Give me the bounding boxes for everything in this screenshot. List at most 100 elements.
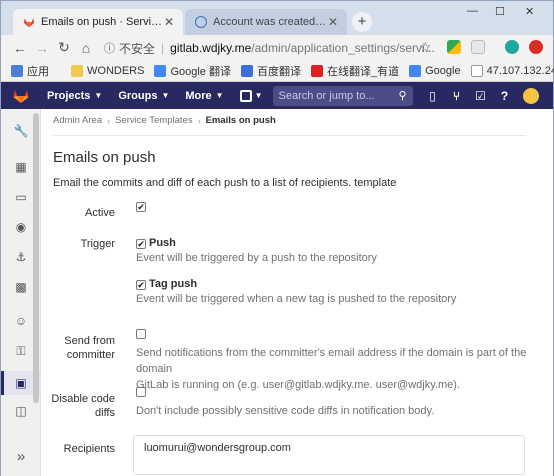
more-label: More: [185, 89, 212, 102]
help-icon[interactable]: ?: [493, 89, 517, 103]
recipients-textarea[interactable]: luomurui@wondersgroup.com: [133, 435, 525, 475]
trigger-label: Trigger: [80, 238, 115, 250]
update-icon[interactable]: [529, 40, 543, 54]
avatar[interactable]: [522, 87, 539, 104]
close-tab-icon[interactable]: ✕: [163, 15, 175, 29]
label-line: diffs: [95, 407, 115, 419]
chevron-down-icon: ▼: [94, 91, 103, 100]
bookmark-ip[interactable]: 47.107.132.243: [470, 64, 554, 77]
recipients-label: Recipients: [63, 443, 115, 455]
sidebar-scrollbar[interactable]: [31, 109, 41, 409]
tab-strip: Emails on push · Service Templa ✕ Accoun…: [1, 1, 553, 35]
todos-icon[interactable]: ☑: [469, 89, 493, 103]
breadcrumb-current[interactable]: Emails on push: [206, 115, 276, 126]
bookmark-baidu-translate[interactable]: 百度翻译: [240, 63, 301, 79]
help-line: Send notifications from the committer's …: [136, 347, 527, 375]
active-indicator: [1, 371, 4, 395]
push-option-title: Push: [149, 237, 176, 249]
apps-icon: [11, 64, 23, 77]
main-content: Admin Area › Service Templates › Emails …: [41, 109, 553, 476]
chevron-down-icon: ▼: [254, 91, 263, 100]
search-input[interactable]: Search or jump to... ⚲: [272, 85, 413, 106]
profile-icon[interactable]: [505, 40, 519, 54]
push-help-text: Event will be triggered by a push to the…: [136, 252, 377, 264]
new-dropdown[interactable]: ▼: [239, 89, 263, 102]
merge-requests-icon[interactable]: ⑂: [445, 89, 469, 103]
extension-icon[interactable]: [471, 40, 485, 54]
bookmark-star-icon[interactable]: ☆: [419, 39, 432, 56]
chevron-right-icon: ›: [197, 115, 201, 126]
tab-title: Emails on push · Service Templa: [41, 16, 163, 28]
send-from-committer-label: Send from committer: [41, 334, 115, 362]
chevron-down-icon: ▼: [215, 91, 224, 100]
gitlab-favicon-icon: [23, 18, 35, 28]
globe-favicon-icon: [195, 16, 207, 28]
breadcrumb-service-templates[interactable]: Service Templates: [115, 115, 192, 126]
breadcrumb-admin-area[interactable]: Admin Area: [53, 115, 102, 126]
maximize-icon[interactable]: ☐: [495, 5, 505, 18]
folder-icon: [71, 64, 83, 77]
projects-menu[interactable]: Projects ▼: [47, 90, 102, 102]
window-close-icon[interactable]: ✕: [525, 5, 534, 18]
gitlab-logo-icon[interactable]: [13, 89, 29, 103]
collapse-sidebar-icon[interactable]: »: [1, 444, 41, 468]
info-icon[interactable]: ⓘ: [104, 40, 115, 56]
address-path: /admin/application_settings/servi...: [251, 41, 435, 55]
tag-push-checkbox[interactable]: ✔: [136, 280, 146, 290]
baidu-translate-icon: [240, 64, 253, 77]
bookmark-youdao[interactable]: 在线翻译_有道: [310, 63, 400, 79]
bookmark-apps[interactable]: 应用: [11, 63, 49, 79]
plus-square-icon: [239, 89, 252, 102]
more-menu[interactable]: More ▼: [185, 90, 223, 102]
divider: [53, 135, 525, 136]
extension-icon[interactable]: [447, 40, 461, 54]
push-checkbox[interactable]: ✔: [136, 239, 146, 249]
forward-icon[interactable]: →: [31, 40, 53, 56]
active-checkbox[interactable]: ✔: [136, 202, 146, 212]
google-translate-icon: [154, 64, 167, 77]
security-label: 不安全: [119, 41, 156, 56]
label-line: Disable code: [51, 393, 115, 405]
breadcrumb: Admin Area › Service Templates › Emails …: [53, 115, 276, 126]
bookmark-wonders[interactable]: WONDERS: [71, 64, 145, 77]
reload-icon[interactable]: ↻: [53, 39, 75, 56]
bookmark-google[interactable]: Google: [409, 64, 461, 77]
browser-window: Emails on push · Service Templa ✕ Accoun…: [0, 0, 554, 476]
send-from-committer-checkbox[interactable]: [136, 329, 146, 339]
tag-push-option-title: Tag push: [149, 278, 198, 290]
close-tab-icon[interactable]: ✕: [327, 15, 339, 29]
bookmark-label: 在线翻译_有道: [326, 65, 400, 78]
bookmark-label: 百度翻译: [256, 65, 301, 78]
bookmark-label: Google: [425, 64, 461, 77]
google-icon: [409, 64, 422, 77]
chevron-down-icon: ▼: [161, 91, 170, 100]
disable-code-diffs-label: Disable code diffs: [41, 392, 115, 420]
bookmark-label: WONDERS: [87, 64, 145, 77]
admin-area-icon[interactable]: ▯: [421, 89, 445, 103]
address-separator: |: [161, 41, 165, 55]
disable-code-diffs-checkbox[interactable]: [136, 387, 146, 397]
disable-code-diffs-help: Don't include possibly sensitive code di…: [136, 405, 435, 417]
page-title: Emails on push: [53, 149, 156, 166]
bookmark-google-translate[interactable]: Google 翻译: [154, 63, 231, 79]
tab-account-created[interactable]: Account was created for you ✕: [185, 9, 347, 35]
groups-menu[interactable]: Groups ▼: [118, 90, 169, 102]
back-icon[interactable]: ←: [9, 40, 31, 56]
search-placeholder: Search or jump to...: [278, 89, 375, 102]
tab-emails-on-push[interactable]: Emails on push · Service Templa ✕: [13, 9, 183, 35]
home-icon[interactable]: ⌂: [75, 40, 97, 56]
bookmark-label: 应用: [27, 65, 49, 78]
minimize-icon[interactable]: —: [467, 5, 478, 17]
bookmark-label: Google 翻译: [170, 65, 231, 78]
search-icon: ⚲: [398, 90, 407, 102]
label-line: Send from: [64, 335, 115, 347]
address-bar[interactable]: ⓘ 不安全 | gitlab.wdjky.me /admin/applicati…: [104, 38, 440, 58]
help-line: GitLab is running on (e.g. user@gitlab.w…: [136, 379, 460, 391]
gitlab-top-nav: Projects ▼ Groups ▼ More ▼ ▼ Search or j…: [1, 82, 553, 109]
bookmarks-bar: 应用 WONDERS Google 翻译 百度翻译 在线翻译_有道 Google…: [1, 60, 554, 82]
new-tab-button[interactable]: +: [352, 12, 372, 32]
chevron-right-icon: ›: [107, 115, 111, 126]
groups-label: Groups: [118, 89, 158, 102]
label-line: committer: [66, 349, 115, 361]
address-host: gitlab.wdjky.me: [170, 41, 252, 55]
